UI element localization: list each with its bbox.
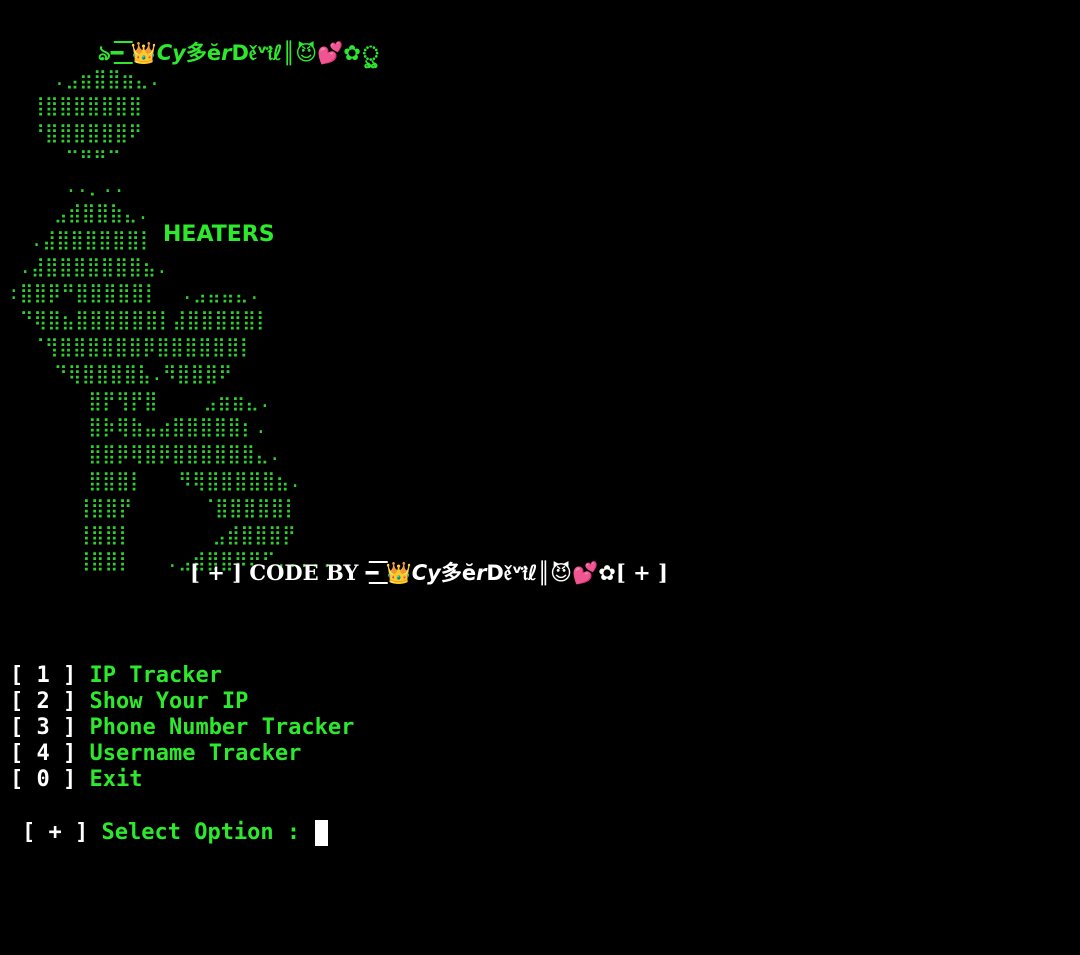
credit-author: ━͟͟͞͞ 👑𝘾𝙮多ĕ𝙧D𝔢̌ᵛ𝔦̈ℓ║😈💕✿ <box>365 561 616 585</box>
menu-item-exit[interactable]: [ 0 ] Exit <box>10 767 354 793</box>
menu-key: [ 4 ] <box>10 741 90 766</box>
credit-open-bracket: [ + ] <box>190 560 250 585</box>
menu-item-ip-tracker[interactable]: [ 1 ] IP Tracker <box>10 663 354 689</box>
menu-label: IP Tracker <box>89 663 222 688</box>
art-label: HEATERS <box>163 222 275 247</box>
text-cursor <box>315 820 329 846</box>
menu-label: Phone Number Tracker <box>89 715 355 740</box>
menu-label: Username Tracker <box>89 741 302 766</box>
menu-label: Show Your IP <box>89 689 249 714</box>
menu-item-show-your-ip[interactable]: [ 2 ] Show Your IP <box>10 689 354 715</box>
menu-item-username-tracker[interactable]: [ 4 ] Username Tracker <box>10 741 354 767</box>
terminal-screen: ঌ━͟͟͞͞ 👑𝘾𝙮多ĕ𝙧D𝔢̌ᵛ𝔦̈ℓ║😈💕✿ৣ .⣠⣶⣿⣿⣶⣄. ⢸⣿⣿⣿⣿… <box>0 0 1080 955</box>
menu-key: [ 2 ] <box>10 689 90 714</box>
main-menu: [ 1 ] IP Tracker [ 2 ] Show Your IP [ 3 … <box>10 663 354 793</box>
banner-title: ঌ━͟͟͞͞ 👑𝘾𝙮多ĕ𝙧D𝔢̌ᵛ𝔦̈ℓ║😈💕✿ৣ <box>98 41 381 65</box>
menu-label: Exit <box>89 767 143 792</box>
menu-key: [ 1 ] <box>10 663 90 688</box>
menu-key: [ 3 ] <box>10 715 90 740</box>
credit-line: [ + ] CODE BY ━͟͟͞͞ 👑𝘾𝙮多ĕ𝙧D𝔢̌ᵛ𝔦̈ℓ║😈💕✿[ +… <box>190 558 668 588</box>
select-option-prompt[interactable]: [ + ] Select Option : <box>22 819 329 847</box>
prompt-label: Select Option : <box>101 820 314 845</box>
ascii-art-figure: .⣠⣶⣿⣿⣶⣄. ⢸⣿⣿⣿⣿⣿⣿⣿ ⠘⣿⣿⣿⣿⣿⣿⠟ ⠉⠛⠛⠉ ..⡀.. ⣠⣾… <box>8 68 345 573</box>
prompt-bracket: [ + ] <box>22 820 102 845</box>
menu-key: [ 0 ] <box>10 767 90 792</box>
menu-item-phone-number-tracker[interactable]: [ 3 ] Phone Number Tracker <box>10 715 354 741</box>
credit-code-by: CODE BY <box>249 560 366 585</box>
credit-close-bracket: [ + ] <box>615 560 668 585</box>
